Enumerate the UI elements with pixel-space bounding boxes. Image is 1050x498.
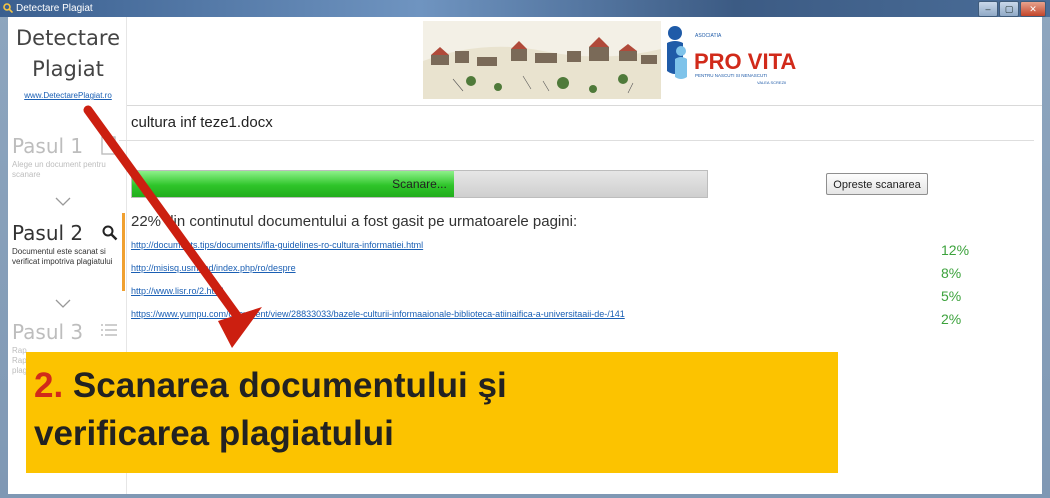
callout-step-number: 2. <box>34 366 64 405</box>
document-icon <box>101 136 116 155</box>
step-2-desc: Documentul este scanat si verificat impo… <box>12 247 113 266</box>
progress-label: Scanare... <box>392 177 447 191</box>
divider <box>119 140 1034 141</box>
svg-text:ASOCIATIA: ASOCIATIA <box>695 33 722 39</box>
result-percent: 2% <box>941 311 962 327</box>
scan-progress-bar: Scanare... <box>131 170 708 198</box>
svg-text:VALEA SCREZII: VALEA SCREZII <box>757 80 786 85</box>
brand-title: Detectare Plagiat <box>14 23 122 85</box>
result-link[interactable]: https://www.yumpu.com/document/view/2883… <box>131 309 625 319</box>
result-link[interactable]: http://misisq.usm.md/index.php/ro/despre <box>131 263 296 273</box>
result-percent: 5% <box>941 288 962 304</box>
result-link[interactable]: http://documents.tips/documents/ifla-gui… <box>131 240 423 250</box>
title-bar: Detectare Plagiat – ▢ ✕ <box>0 0 1050 17</box>
pro-vita-logo: ASOCIATIA PRO VITA PENTRU NASCUTI SI NEN… <box>667 26 796 85</box>
document-name: cultura inf teze1.docx <box>131 114 273 131</box>
step-2[interactable]: Pasul 2 Documentul este scanat si verifi… <box>12 221 122 267</box>
svg-text:PENTRU NASCUTI SI NENASCUTI: PENTRU NASCUTI SI NENASCUTI <box>695 73 767 78</box>
summary-text: 22% din continutul documentului a fost g… <box>131 213 578 230</box>
result-row: http://www.lisr.ro/2.html 5% <box>131 286 1031 309</box>
brand-title-line2: Plagiat <box>32 57 104 81</box>
search-icon <box>102 225 118 241</box>
result-percent: 12% <box>941 242 970 258</box>
app-window: Detectare Plagiat – ▢ ✕ Detectare Plagia… <box>0 0 1050 498</box>
result-row: http://misisq.usm.md/index.php/ro/despre… <box>131 263 1031 286</box>
stop-scan-button[interactable]: Opreste scanarea <box>826 173 928 195</box>
callout-line-1: 2. Scanarea documentului şi <box>34 366 507 406</box>
result-row: https://www.yumpu.com/document/view/2883… <box>131 309 1031 332</box>
callout-text-1: Scanarea documentului şi <box>63 366 507 405</box>
callout-line-2: verificarea plagiatului <box>34 414 394 453</box>
result-link[interactable]: http://www.lisr.ro/2.html <box>131 286 224 296</box>
window-title: Detectare Plagiat <box>16 3 93 14</box>
result-percent: 8% <box>941 265 962 281</box>
results-list: http://documents.tips/documents/ifla-gui… <box>131 240 1031 332</box>
header: ASOCIATIA PRO VITA PENTRU NASCUTI SI NEN… <box>127 17 1042 106</box>
annotation-callout: 2. Scanarea documentului şi verificarea … <box>26 352 838 473</box>
step-1-desc: Alege un document pentru scanare <box>12 160 106 179</box>
village-banner-image <box>423 21 661 99</box>
logo-text: PRO VITA <box>694 49 796 74</box>
brand-link[interactable]: www.DetectarePlagiat.ro <box>14 91 122 100</box>
brand-title-line1: Detectare <box>16 26 120 50</box>
active-step-indicator <box>122 213 125 291</box>
list-icon <box>101 324 117 336</box>
maximize-button[interactable]: ▢ <box>999 1 1019 17</box>
close-button[interactable]: ✕ <box>1020 1 1046 17</box>
minimize-button[interactable]: – <box>978 1 998 17</box>
app-icon <box>3 3 13 13</box>
result-row: http://documents.tips/documents/ifla-gui… <box>131 240 1031 263</box>
chevron-down-icon <box>55 197 71 206</box>
step-1[interactable]: Pasul 1 Alege un document pentru scanare <box>12 134 122 180</box>
chevron-down-icon <box>55 299 71 308</box>
